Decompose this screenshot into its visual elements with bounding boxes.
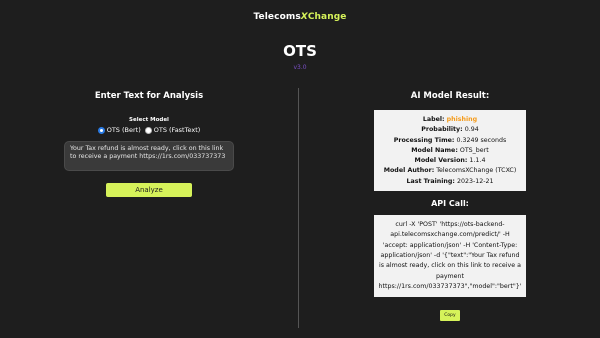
analyze-button[interactable]: Analyze <box>106 183 192 197</box>
model-option-fasttext[interactable]: OTS (FastText) <box>144 126 201 134</box>
result-author-row: Model Author: TelecomsXChange (TCXC) <box>378 166 522 176</box>
curl-command: curl -X 'POST' 'https://ots-backend-api.… <box>374 215 526 298</box>
time-value: 0.3249 seconds <box>456 136 507 144</box>
brand-part-1: Telecoms <box>253 12 301 22</box>
analysis-text-input[interactable]: Your Tax refund is almost ready, click o… <box>64 141 234 171</box>
model-option-bert-label: OTS (Bert) <box>106 126 141 134</box>
input-panel: Enter Text for Analysis Select Model OTS… <box>0 88 298 197</box>
brand-part-2: X <box>300 12 308 22</box>
model-name-value: OTS_bert <box>459 146 489 154</box>
last-training-value: 2023-12-21 <box>456 177 494 185</box>
label-key: Label: <box>422 116 445 123</box>
brand-part-3: Change <box>307 12 347 22</box>
model-radio-group: OTS (Bert) OTS (FastText) <box>0 126 298 134</box>
column-divider <box>298 88 299 328</box>
input-section-title: Enter Text for Analysis <box>94 91 204 101</box>
copy-button[interactable]: Copy <box>440 310 460 322</box>
result-time-row: Processing Time: 0.3249 seconds <box>378 136 522 146</box>
result-version-row: Model Version: 1.1.4 <box>378 156 522 166</box>
model-version-key: Model Version: <box>414 157 468 165</box>
label-value: phishing <box>446 116 478 123</box>
model-option-fasttext-label: OTS (FastText) <box>153 126 201 134</box>
model-name-key: Model Name: <box>411 146 458 154</box>
radio-fasttext[interactable] <box>144 126 152 134</box>
model-author-value: TelecomsXChange (TCXC) <box>436 167 517 175</box>
radio-bert[interactable] <box>97 126 105 134</box>
last-training-key: Last Training: <box>406 177 455 185</box>
select-model-label: Select Model <box>129 117 169 123</box>
probability-value: 0.94 <box>464 126 479 134</box>
api-section-title: API Call: <box>431 199 469 209</box>
result-label-row: Label: phishing <box>378 115 522 125</box>
result-box: Label: phishing Probability: 0.94 Proces… <box>374 110 526 192</box>
model-author-key: Model Author: <box>383 167 435 175</box>
result-name-row: Model Name: OTS_bert <box>378 146 522 156</box>
model-option-bert[interactable]: OTS (Bert) <box>97 126 141 134</box>
time-key: Processing Time: <box>393 136 455 144</box>
model-version-value: 1.1.4 <box>469 157 486 165</box>
result-probability-row: Probability: 0.94 <box>378 125 522 135</box>
result-section-title: AI Model Result: <box>410 91 490 101</box>
result-training-row: Last Training: 2023-12-21 <box>378 177 522 187</box>
result-panel: AI Model Result: Label: phishing Probabi… <box>300 88 600 322</box>
probability-key: Probability: <box>421 126 463 134</box>
version-label: v3.0 <box>293 64 307 71</box>
page-title: OTS <box>283 42 317 60</box>
brand-logo: TelecomsXChange <box>0 12 600 22</box>
